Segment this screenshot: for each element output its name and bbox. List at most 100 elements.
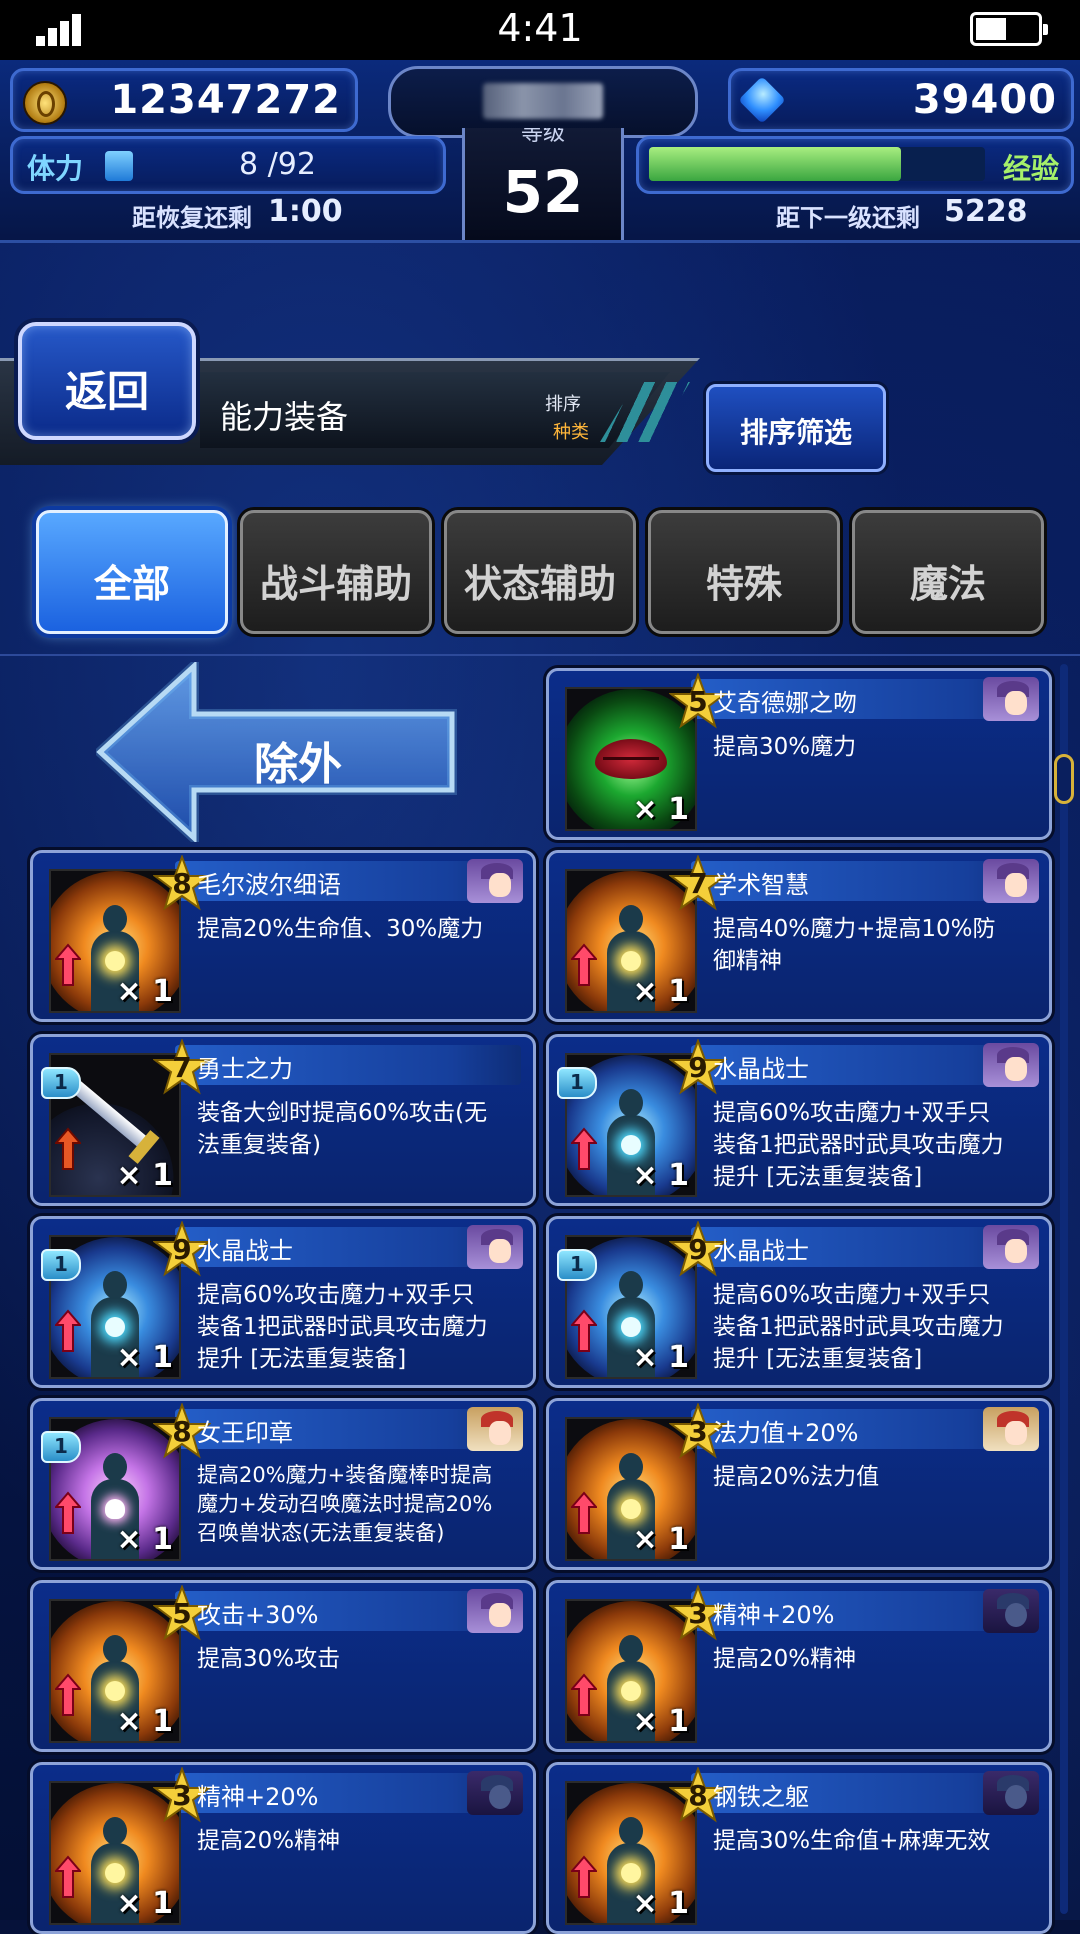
- ability-card[interactable]: × 1 3 精神+20% 提高20%精神: [546, 1580, 1052, 1752]
- card-name: 钢铁之躯: [713, 1783, 809, 1811]
- next-level-label: 距下一级还剩: [776, 204, 920, 232]
- character-avatar-icon: [983, 1043, 1039, 1087]
- ability-card[interactable]: × 1 1 8 女王印章 提高20%魔力+装备魔棒时提高魔力+发动召唤魔法时提高20%召…: [30, 1398, 536, 1570]
- card-name: 水晶战士: [713, 1237, 809, 1265]
- stamina-value: 8 /92: [239, 147, 316, 182]
- character-avatar-icon: [467, 1771, 523, 1815]
- ability-card[interactable]: × 1 5 攻击+30% 提高30%攻击: [30, 1580, 536, 1752]
- tab-label: 全部: [93, 562, 170, 606]
- character-avatar-icon: [467, 859, 523, 903]
- card-name: 精神+20%: [713, 1601, 835, 1629]
- recover-label: 距恢复还剩: [132, 204, 252, 232]
- ability-card[interactable]: × 1 1 7 勇士之力 装备大剑时提高60%攻击(无法重复装备): [30, 1034, 536, 1206]
- card-name: 学术智慧: [713, 871, 809, 899]
- ability-card[interactable]: × 1 3 精神+20% 提高20%精神: [30, 1762, 536, 1934]
- level-label: 等级: [520, 128, 565, 144]
- card-name: 攻击+30%: [197, 1601, 319, 1629]
- card-description: 装备大剑时提高60%攻击(无法重复装备): [197, 1100, 488, 1158]
- exclude-label: 除外: [254, 739, 342, 790]
- card-quantity: × 1: [116, 1886, 173, 1921]
- card-quantity: × 1: [632, 974, 689, 1009]
- recover-time: 1:00: [268, 194, 343, 229]
- card-description: 提高20%法力值: [713, 1464, 880, 1490]
- character-avatar-icon: [983, 1225, 1039, 1269]
- card-count-badge: 1: [557, 1249, 597, 1281]
- next-level-value: 5228: [944, 194, 1028, 229]
- gil-coin-icon: [23, 81, 67, 125]
- card-description: 提高30%生命值+麻痺无效: [713, 1828, 991, 1854]
- card-count-badge: 1: [41, 1431, 81, 1463]
- character-avatar-icon: [467, 1589, 523, 1633]
- character-avatar-icon: [467, 1225, 523, 1269]
- card-name: 女王印章: [197, 1419, 293, 1447]
- tab-all[interactable]: 全部: [36, 510, 228, 634]
- sort-filter-button[interactable]: 排序筛选: [706, 384, 886, 472]
- card-name: 精神+20%: [197, 1783, 319, 1811]
- ability-card[interactable]: × 1 1 9 水晶战士 提高60%攻击魔力+双手只装备1把武器时武具攻击魔力提升 [无…: [546, 1216, 1052, 1388]
- gil-panel: 12347272: [10, 68, 358, 132]
- ability-card[interactable]: × 1 7 学术智慧 提高40%魔力+提高10%防御精神: [546, 850, 1052, 1022]
- tab-special[interactable]: 特殊: [648, 510, 840, 634]
- character-avatar-icon: [983, 1407, 1039, 1451]
- gil-value: 12347272: [110, 77, 341, 123]
- card-quantity: × 1: [632, 1340, 689, 1375]
- battery-icon: [970, 12, 1048, 46]
- clock: 4:41: [497, 6, 583, 50]
- sort-label: 排序: [545, 394, 581, 415]
- player-hud: 12347272 39400 体力 8 /92 距恢复还剩 1:00 等级 52…: [0, 60, 1080, 243]
- card-count-badge: 1: [41, 1067, 81, 1099]
- character-avatar-icon: [467, 1407, 523, 1451]
- tab-status-support[interactable]: 状态辅助: [444, 510, 636, 634]
- exp-label: 经验: [1002, 152, 1059, 185]
- tab-magic[interactable]: 魔法: [852, 510, 1044, 634]
- lapis-gem-icon: [738, 76, 786, 124]
- card-quantity: × 1: [116, 1340, 173, 1375]
- ability-card[interactable]: × 1 8 毛尔波尔细语 提高20%生命值、30%魔力: [30, 850, 536, 1022]
- stamina-label: 体力: [27, 152, 84, 185]
- exp-bar-fill: [649, 147, 901, 181]
- character-avatar-icon: [983, 1589, 1039, 1633]
- ability-card[interactable]: × 1 3 法力值+20% 提高20%法力值: [546, 1398, 1052, 1570]
- sort-value: 种类: [553, 422, 589, 443]
- gem-panel[interactable]: 39400: [728, 68, 1074, 132]
- character-avatar-icon: [983, 677, 1039, 721]
- card-quantity: × 1: [632, 792, 689, 827]
- card-name: 艾奇德娜之吻: [713, 689, 857, 717]
- tab-label: 魔法: [909, 562, 986, 606]
- page-title: 能力装备: [220, 398, 349, 436]
- scrollbar-thumb[interactable]: [1054, 754, 1074, 804]
- card-description: 提高60%攻击魔力+双手只装备1把武器时武具攻击魔力提升 [无法重复装备]: [713, 1100, 1004, 1190]
- status-bar: 4:41: [0, 0, 1080, 60]
- tab-label: 战斗辅助: [259, 562, 412, 606]
- card-description: 提高60%攻击魔力+双手只装备1把武器时武具攻击魔力提升 [无法重复装备]: [197, 1282, 488, 1372]
- ability-card[interactable]: × 1 5 艾奇德娜之吻 提高30%魔力: [546, 668, 1052, 840]
- tab-battle-support[interactable]: 战斗辅助: [240, 510, 432, 634]
- exp-bar: [649, 147, 985, 181]
- ability-card[interactable]: × 1 1 9 水晶战士 提高60%攻击魔力+双手只装备1把武器时武具攻击魔力提升 [无…: [30, 1216, 536, 1388]
- back-button[interactable]: 返回: [18, 322, 196, 440]
- card-description: 提高40%魔力+提高10%防御精神: [713, 916, 996, 974]
- card-name: 水晶战士: [713, 1055, 809, 1083]
- gem-value: 39400: [912, 77, 1057, 123]
- card-quantity: × 1: [116, 974, 173, 1009]
- card-quantity: × 1: [632, 1886, 689, 1921]
- level-box: 等级 52: [462, 128, 624, 240]
- ability-card[interactable]: × 1 8 钢铁之躯 提高30%生命值+麻痺无效: [546, 1762, 1052, 1934]
- card-count-badge: 1: [41, 1249, 81, 1281]
- card-description: 提高20%生命值、30%魔力: [197, 916, 484, 942]
- player-name-blurred: [483, 83, 603, 119]
- exp-panel: 经验: [636, 136, 1074, 194]
- card-count-badge: 1: [557, 1067, 597, 1099]
- character-avatar-icon: [983, 1771, 1039, 1815]
- sort-filter-label: 排序筛选: [739, 416, 852, 449]
- back-button-label: 返回: [64, 367, 149, 416]
- level-value: 52: [502, 158, 584, 226]
- ability-card[interactable]: × 1 1 9 水晶战士 提高60%攻击魔力+双手只装备1把武器时武具攻击魔力提升 [无…: [546, 1034, 1052, 1206]
- card-description: 提高20%魔力+装备魔棒时提高魔力+发动召唤魔法时提高20%召唤兽状态(无法重复…: [197, 1463, 493, 1545]
- card-description: 提高30%攻击: [197, 1646, 341, 1672]
- card-name: 毛尔波尔细语: [197, 871, 341, 899]
- tab-label: 状态辅助: [463, 562, 616, 606]
- card-quantity: × 1: [632, 1704, 689, 1739]
- card-name: 法力值+20%: [713, 1419, 859, 1447]
- scrollbar[interactable]: [1060, 664, 1068, 1914]
